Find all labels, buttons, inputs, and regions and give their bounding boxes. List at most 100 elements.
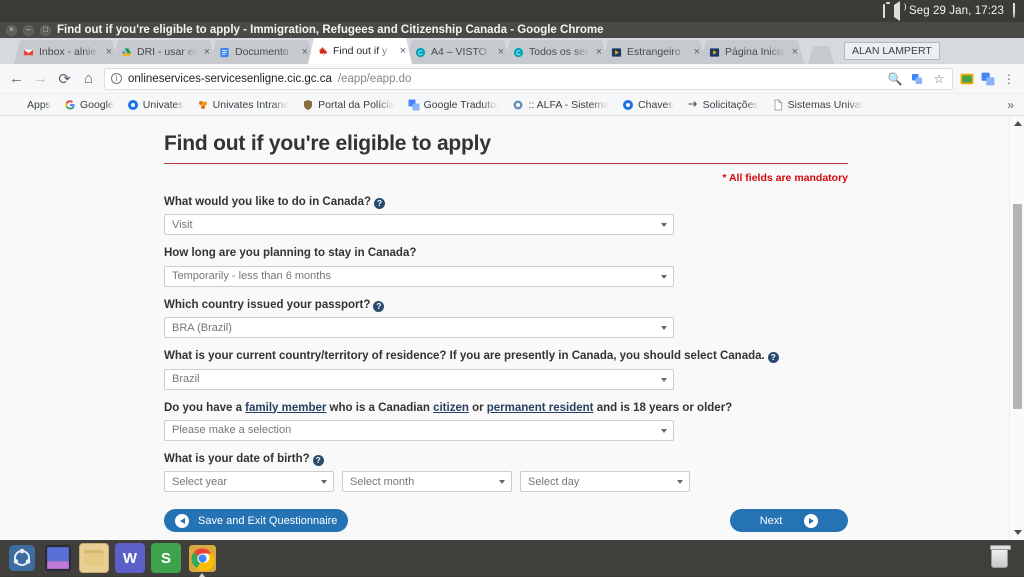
- site-info-icon[interactable]: i: [111, 73, 122, 84]
- back-icon[interactable]: ←: [8, 70, 25, 87]
- chevron-down-icon: [661, 429, 667, 433]
- help-icon[interactable]: ?: [374, 198, 385, 209]
- browser-tab-todos-os-seus[interactable]: C Todos os seu ×: [504, 40, 608, 64]
- bookmark-google-tradutor[interactable]: Google Tradutor: [403, 98, 505, 112]
- bookmark-label: :: ALFA - Sistema: [528, 99, 609, 111]
- dob-year-select[interactable]: Select year: [164, 471, 334, 492]
- tab-close-icon[interactable]: ×: [302, 46, 310, 58]
- address-bar[interactable]: i onlineservices-servicesenligne.cic.gc.…: [104, 68, 953, 90]
- browser-tab-inbox[interactable]: Inbox - alnie ×: [14, 40, 118, 64]
- window-close-button[interactable]: ×: [6, 25, 17, 36]
- residence-country-select[interactable]: Brazil: [164, 369, 674, 390]
- google-docs-icon: [219, 47, 230, 58]
- forward-icon[interactable]: →: [32, 70, 49, 87]
- duration-select[interactable]: Temporarily - less than 6 months: [164, 266, 674, 287]
- media-icon: [611, 47, 622, 58]
- bookmark-chaves[interactable]: Chaves: [617, 98, 679, 112]
- browser-tab-find-out-if-eligible[interactable]: Find out if y ×: [308, 38, 412, 64]
- help-icon[interactable]: ?: [768, 352, 779, 363]
- citizen-link[interactable]: citizen: [433, 402, 469, 414]
- chrome-icon: [189, 545, 216, 572]
- minimize-icon: –: [24, 26, 33, 35]
- bookmark-label: Univates: [143, 99, 184, 111]
- scroll-up-icon[interactable]: [1010, 116, 1024, 131]
- tab-close-icon[interactable]: ×: [498, 46, 506, 58]
- bookmark-label: Google: [80, 99, 114, 111]
- bookmark-univates-intranet[interactable]: Univates Intrane: [192, 98, 294, 112]
- family-member-select[interactable]: Please make a selection: [164, 420, 674, 441]
- launcher-item-display-settings[interactable]: [43, 543, 73, 573]
- select-value: Temporarily - less than 6 months: [172, 270, 331, 282]
- bookmark-sistemas-univates[interactable]: Sistemas Univat: [767, 98, 869, 112]
- chrome-menu-icon[interactable]: ⋮: [1002, 72, 1016, 86]
- browser-tab-dri[interactable]: DRI - usar es ×: [112, 40, 216, 64]
- launcher-item-trash[interactable]: [984, 543, 1014, 573]
- save-and-exit-button[interactable]: Save and Exit Questionnaire: [164, 509, 348, 532]
- bookmarks-overflow-icon[interactable]: »: [1007, 98, 1018, 112]
- dob-day-select[interactable]: Select day: [520, 471, 690, 492]
- excel-icon-label: S: [161, 550, 171, 567]
- browser-tab-documento[interactable]: Documento ×: [210, 40, 314, 64]
- bookmark-univates[interactable]: Univates: [122, 98, 189, 112]
- display-settings-icon: [45, 545, 71, 571]
- page-scrollbar[interactable]: [1009, 116, 1024, 540]
- page-title: Find out if you're eligible to apply: [164, 132, 848, 164]
- browser-tab-a4-visto[interactable]: C A4 – VISTO C ×: [406, 40, 510, 64]
- extension-green-icon[interactable]: [960, 72, 974, 86]
- volume-icon[interactable]: [894, 5, 900, 17]
- home-icon[interactable]: ⌂: [80, 70, 97, 87]
- tab-close-icon[interactable]: ×: [694, 46, 702, 58]
- chevron-down-icon: [661, 223, 667, 227]
- google-translate-icon: [408, 99, 420, 111]
- tab-close-icon[interactable]: ×: [204, 46, 212, 58]
- help-icon[interactable]: ?: [373, 301, 384, 312]
- chrome-window: Inbox - alnie × DRI - usar es × Document…: [0, 38, 1024, 540]
- browser-tab-estrangeiro[interactable]: Estrangeiro ×: [602, 40, 706, 64]
- launcher-item-excel[interactable]: S: [151, 543, 181, 573]
- dob-month-select[interactable]: Select month: [342, 471, 512, 492]
- univates-icon: [127, 99, 139, 111]
- tab-close-icon[interactable]: ×: [792, 46, 800, 58]
- help-icon[interactable]: ?: [313, 455, 324, 466]
- profile-chip[interactable]: ALAN LAMPERT: [844, 42, 940, 60]
- browser-tab-pagina-inicial[interactable]: Página Inicia ×: [700, 40, 804, 64]
- next-button[interactable]: Next: [730, 509, 848, 532]
- tab-close-icon[interactable]: ×: [596, 46, 604, 58]
- chevron-down-icon: [661, 275, 667, 279]
- family-member-link[interactable]: family member: [245, 402, 326, 414]
- passport-country-select[interactable]: BRA (Brazil): [164, 317, 674, 338]
- scroll-down-icon[interactable]: [1010, 525, 1024, 540]
- launcher-item-chrome[interactable]: [187, 543, 217, 573]
- bookmark-star-icon[interactable]: ☆: [932, 72, 946, 86]
- bookmark-label: Sistemas Univat: [788, 99, 864, 111]
- scrollbar-thumb[interactable]: [1013, 204, 1022, 409]
- field-question-text: Do you have a family member who is a Can…: [164, 402, 732, 414]
- window-minimize-button[interactable]: –: [23, 25, 34, 36]
- bookmark-google[interactable]: Google: [59, 98, 119, 112]
- tab-close-icon[interactable]: ×: [400, 45, 408, 57]
- translate-icon[interactable]: [910, 72, 924, 86]
- launcher-item-ubuntu-dash[interactable]: [7, 543, 37, 573]
- bookmark-apps[interactable]: Apps: [6, 98, 56, 112]
- new-tab-button[interactable]: [808, 46, 834, 64]
- field-label: Which country issued your passport??: [164, 298, 848, 312]
- bookmark-alfa-sistema[interactable]: :: ALFA - Sistema: [507, 98, 614, 112]
- q-part: who is a Canadian: [326, 402, 433, 414]
- power-icon[interactable]: [1013, 5, 1015, 17]
- system-clock[interactable]: Seg 29 Jan, 17:23: [909, 5, 1004, 17]
- battery-icon[interactable]: [883, 5, 885, 17]
- tab-label: Estrangeiro: [627, 46, 689, 58]
- reload-icon[interactable]: ⟳: [56, 70, 73, 87]
- bookmark-solicitacoes[interactable]: Solicitações: [682, 98, 764, 112]
- launcher-item-word[interactable]: W: [115, 543, 145, 573]
- univates-intranet-icon: [197, 99, 209, 111]
- permanent-resident-link[interactable]: permanent resident: [487, 402, 594, 414]
- window-maximize-button[interactable]: □: [40, 25, 51, 36]
- translate-extension-icon[interactable]: [981, 72, 995, 86]
- bookmark-portal-da-policia[interactable]: Portal da Polícia: [297, 98, 399, 112]
- tab-close-icon[interactable]: ×: [106, 46, 114, 58]
- zoom-out-icon[interactable]: 🔍: [888, 72, 902, 86]
- purpose-select[interactable]: Visit: [164, 214, 674, 235]
- launcher-item-files[interactable]: [79, 543, 109, 573]
- field-question-text: What would you like to do in Canada?: [164, 196, 371, 208]
